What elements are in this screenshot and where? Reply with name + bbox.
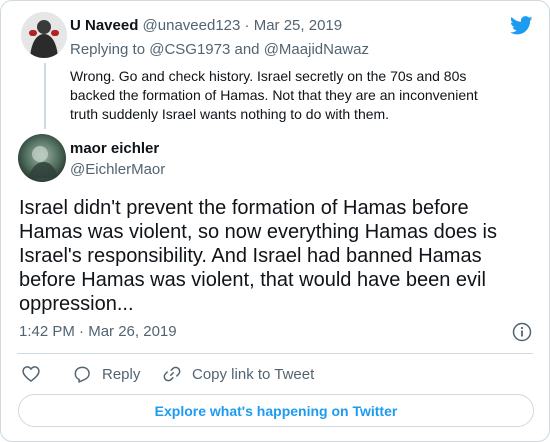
- reply-button[interactable]: Reply: [72, 364, 140, 384]
- tweet-date[interactable]: Mar 26, 2019: [88, 323, 176, 340]
- thread-connector-line: [44, 63, 46, 129]
- reply-label: Reply: [102, 365, 141, 383]
- tweet-embed-card: U Naveed @unaveed123 · Mar 25, 2019 Repl…: [0, 0, 550, 442]
- replied-tweet-header: U Naveed @unaveed123 · Mar 25, 2019: [70, 17, 342, 34]
- avatar-eichlermaor[interactable]: [18, 134, 66, 182]
- reply-to-user-2[interactable]: @MaajidNawaz: [264, 41, 369, 58]
- main-text-line: Israel didn't prevent the formation of H…: [19, 197, 469, 219]
- like-button[interactable]: [21, 364, 51, 384]
- main-text-line: Hamas was violent, so now everything Ham…: [19, 221, 497, 243]
- info-icon[interactable]: [512, 322, 532, 342]
- timestamp-separator: ·: [79, 323, 85, 340]
- explore-twitter-button[interactable]: Explore what's happening on Twitter: [18, 394, 534, 427]
- replied-author-handle[interactable]: @unaveed123: [143, 17, 241, 34]
- replying-and: and: [234, 41, 260, 58]
- tweet-time[interactable]: 1:42 PM: [19, 323, 75, 340]
- tweet-timestamp[interactable]: 1:42 PM · Mar 26, 2019: [19, 323, 177, 340]
- main-text-line: before Hamas was violent, that would hav…: [19, 269, 486, 291]
- main-text-line: Israel's responsibility. And Israel had …: [19, 245, 482, 267]
- main-author-handle[interactable]: @EichlerMaor: [70, 161, 165, 178]
- replied-date[interactable]: Mar 25, 2019: [254, 17, 342, 34]
- replied-text-line: backed the formation of Hamas. Not that …: [70, 87, 478, 103]
- reply-to-user-1[interactable]: @CSG1973: [149, 41, 230, 58]
- replied-separator: ·: [244, 17, 250, 34]
- twitter-bird-icon[interactable]: [510, 16, 533, 35]
- divider: [17, 353, 533, 354]
- replied-tweet-text: Wrong. Go and check history. Israel secr…: [70, 67, 478, 124]
- link-icon: [163, 366, 181, 382]
- replying-to-label: Replying to: [70, 41, 146, 58]
- avatar-unaveed[interactable]: [21, 12, 67, 58]
- heart-icon: [22, 366, 40, 382]
- replying-to-line: Replying to @CSG1973 and @MaajidNawaz: [70, 41, 369, 58]
- replied-text-line: Wrong. Go and check history. Israel secr…: [70, 68, 467, 84]
- replied-text-line: truth suddenly Israel wants nothing to d…: [70, 106, 390, 122]
- copy-link-button[interactable]: Copy link to Tweet: [162, 364, 314, 384]
- replied-author-name[interactable]: U Naveed: [70, 17, 138, 34]
- main-tweet-text: Israel didn't prevent the formation of H…: [19, 196, 497, 316]
- main-text-line: oppression...: [19, 293, 134, 315]
- reply-icon: [74, 366, 90, 383]
- main-author-name[interactable]: maor eichler: [70, 140, 159, 157]
- copy-link-label: Copy link to Tweet: [192, 365, 315, 383]
- avatar-image-icon: [18, 134, 66, 182]
- avatar-image-icon: [21, 12, 67, 58]
